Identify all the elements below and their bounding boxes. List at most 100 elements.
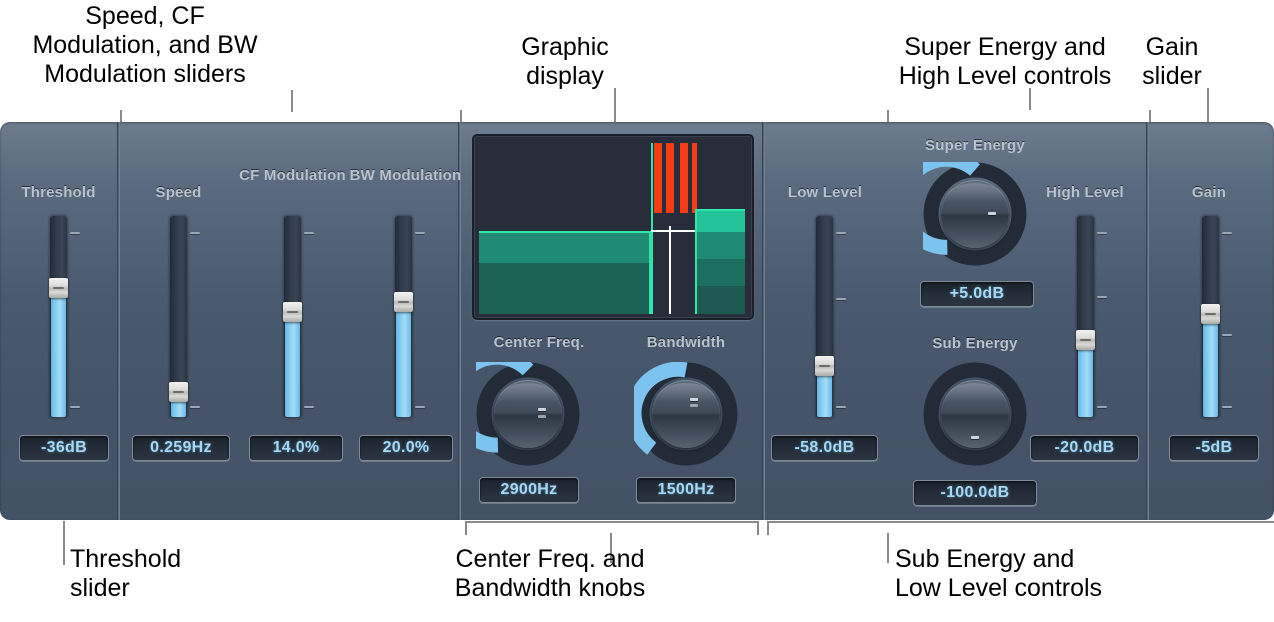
speed-tick-top: [190, 232, 200, 234]
speed-slider-thumb[interactable]: [169, 382, 188, 402]
leader-top-far-right: [1207, 88, 1209, 122]
high-level-tick-mid: [1097, 296, 1107, 298]
gain-label: Gain: [1191, 184, 1227, 201]
speed-tick-bottom: [190, 406, 200, 408]
gain-value-field[interactable]: -5dB: [1169, 435, 1259, 461]
display-red-bar-2: [666, 143, 674, 213]
section-energy-lowlevel: Low Level -58.0dB Super Energy +5.0dB Su…: [765, 122, 1146, 520]
gain-slider-thumb[interactable]: [1201, 304, 1220, 324]
high-level-slider-thumb[interactable]: [1076, 330, 1095, 350]
bandwidth-knob-indicator-2: [690, 404, 698, 407]
high-level-slider-fill: [1078, 341, 1093, 417]
section-bw-modulation: BW Modulation 20.0%: [347, 122, 464, 520]
display-high-band-2: [695, 232, 745, 259]
gain-slider[interactable]: [1201, 216, 1220, 418]
threshold-slider[interactable]: [49, 216, 68, 418]
low-level-slider-thumb[interactable]: [815, 356, 834, 376]
threshold-label: Threshold: [21, 184, 96, 201]
display-red-bar-4: [692, 143, 697, 213]
high-level-value-field[interactable]: -20.0dB: [1030, 435, 1139, 461]
center-freq-knob-indicator: [538, 408, 546, 411]
callout-top-mid: Graphic display: [521, 33, 609, 90]
center-freq-label: Center Freq.: [493, 334, 585, 351]
bandwidth-knob-indicator: [690, 398, 698, 401]
low-level-label: Low Level: [787, 184, 863, 201]
display-centerband-left-edge: [651, 143, 653, 314]
gain-tick-mid: [1222, 334, 1232, 336]
high-level-tick-top: [1097, 232, 1107, 234]
callout-top-left: Speed, CF Modulation, and BW Modulation …: [32, 2, 258, 88]
bw-modulation-slider[interactable]: [394, 216, 413, 418]
bracket-bottom-mid: [465, 521, 759, 535]
threshold-tick-top: [70, 232, 80, 234]
low-level-tick-top: [836, 232, 846, 234]
threshold-value-field[interactable]: -36dB: [19, 435, 109, 461]
high-level-slider[interactable]: [1076, 216, 1095, 418]
display-high-band-3: [695, 259, 745, 286]
callout-bottom-left: Threshold slider: [70, 545, 182, 602]
display-cursor-vertical: [669, 226, 671, 314]
callout-bottom-mid: Center Freq. and Bandwidth knobs: [454, 545, 646, 602]
subbass-plugin-panel: Threshold -36dB Speed 0.259Hz CF Modulat…: [0, 122, 1274, 520]
sub-energy-value-field[interactable]: -100.0dB: [913, 480, 1037, 506]
display-cursor-horizontal: [651, 230, 695, 232]
super-energy-value-field[interactable]: +5.0dB: [920, 281, 1034, 307]
leader-top-left-vertical: [291, 90, 293, 112]
section-threshold: Threshold -36dB: [0, 122, 117, 520]
leader-top-mid: [614, 88, 616, 122]
threshold-slider-thumb[interactable]: [49, 278, 68, 298]
center-freq-knob[interactable]: [476, 362, 580, 466]
graphic-display[interactable]: [472, 134, 754, 320]
gain-tick-bottom: [1222, 406, 1232, 408]
sub-energy-knob[interactable]: [923, 362, 1027, 466]
section-cf-modulation: CF Modulation 14.0%: [234, 122, 351, 520]
cf-modulation-tick-top: [304, 232, 314, 234]
callout-bottom-right: Sub Energy and Low Level controls: [895, 545, 1103, 602]
bracket-bottom-right: [767, 521, 1274, 535]
center-freq-value-field[interactable]: 2900Hz: [479, 477, 579, 503]
sub-energy-knob-gloss: [945, 383, 1005, 417]
display-high-band-1: [695, 209, 745, 234]
bw-modulation-slider-thumb[interactable]: [394, 292, 413, 312]
cf-modulation-slider-thumb[interactable]: [283, 302, 302, 322]
bw-modulation-label: BW Modulation: [349, 167, 462, 184]
low-level-slider[interactable]: [815, 216, 834, 418]
low-level-tick-bottom: [836, 406, 846, 408]
cf-modulation-slider[interactable]: [283, 216, 302, 418]
bandwidth-label: Bandwidth: [646, 334, 726, 351]
display-red-bar-1: [654, 143, 662, 213]
sub-energy-knob-indicator: [971, 436, 979, 439]
bandwidth-knob-gloss: [656, 383, 716, 417]
cf-modulation-label: CF Modulation: [239, 167, 346, 184]
display-high-band-left-edge: [695, 209, 697, 314]
section-display-knobs: Center Freq. 2900Hz Bandwidth 1500Hz: [461, 122, 762, 520]
high-level-tick-bottom: [1097, 406, 1107, 408]
speed-slider[interactable]: [169, 216, 188, 418]
leader-top-right-vertical: [1029, 88, 1031, 110]
bw-modulation-slider-fill: [396, 303, 411, 417]
super-energy-knob-gloss: [945, 183, 1005, 217]
super-energy-knob-indicator: [988, 212, 996, 215]
section-speed: Speed 0.259Hz: [120, 122, 237, 520]
cf-modulation-value-field[interactable]: 14.0%: [249, 435, 343, 461]
threshold-tick-bottom: [70, 406, 80, 408]
super-energy-knob[interactable]: [923, 162, 1027, 266]
display-low-band-upper: [479, 231, 651, 265]
callout-top-far-right: Gain slider: [1142, 33, 1202, 90]
low-level-value-field[interactable]: -58.0dB: [771, 435, 878, 461]
bw-modulation-value-field[interactable]: 20.0%: [359, 435, 453, 461]
sub-energy-label: Sub Energy: [932, 335, 1018, 352]
low-level-tick-mid: [836, 298, 846, 300]
super-energy-label: Super Energy: [925, 137, 1025, 154]
cf-modulation-slider-fill: [285, 313, 300, 417]
gain-slider-fill: [1203, 315, 1218, 417]
gain-tick-top: [1222, 232, 1232, 234]
speed-label: Speed: [155, 184, 202, 201]
bw-modulation-tick-top: [415, 232, 425, 234]
bandwidth-value-field[interactable]: 1500Hz: [636, 477, 736, 503]
center-freq-knob-gloss: [498, 383, 558, 417]
leader-bottom-left: [63, 521, 65, 565]
cf-modulation-tick-bottom: [304, 406, 314, 408]
speed-value-field[interactable]: 0.259Hz: [132, 435, 230, 461]
bandwidth-knob[interactable]: [634, 362, 738, 466]
